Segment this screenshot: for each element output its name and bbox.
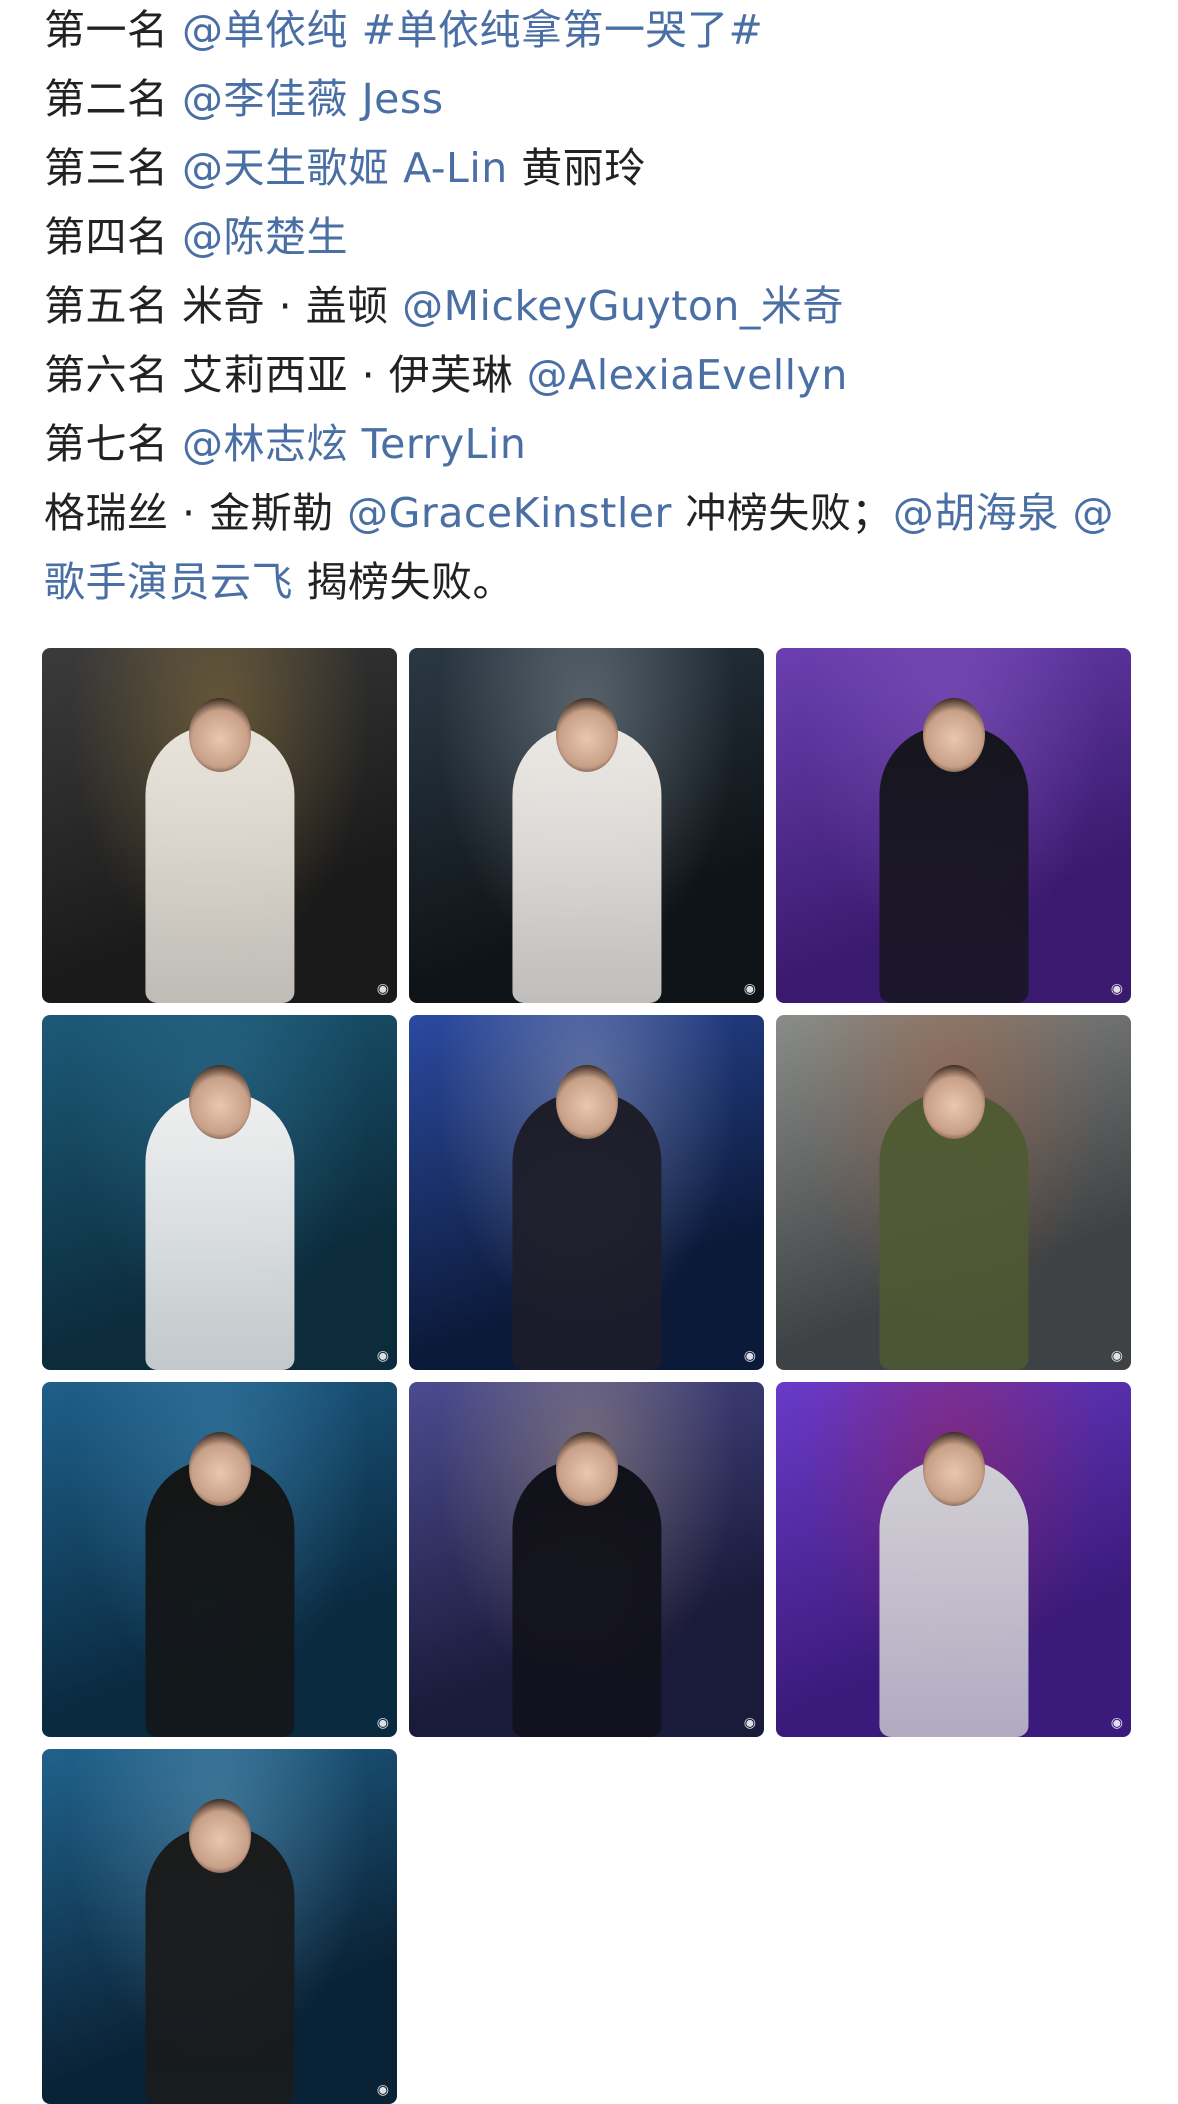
- singer-head: [555, 1064, 618, 1139]
- photo-grid: ◉ ◉ ◉ ◉ ◉ ◉ ◉ ◉ ◉ ◉: [42, 648, 1146, 2104]
- post-line: 第三名 @天生歌姬 A-Lin 黄丽玲: [44, 134, 1144, 203]
- post-text-span: 第三名: [44, 144, 183, 192]
- photo-thumbnail[interactable]: ◉: [42, 648, 397, 1003]
- weibo-watermark-icon: ◉: [376, 2082, 389, 2098]
- weibo-watermark-icon: ◉: [1110, 981, 1123, 997]
- post-line: 第六名 艾莉西亚 · 伊芙琳 @AlexiaEvellyn: [44, 341, 1144, 410]
- post-line: 格瑞丝 · 金斯勒 @GraceKinstler 冲榜失败；@胡海泉 @歌手演员…: [44, 479, 1144, 617]
- weibo-watermark-icon: ◉: [743, 1348, 756, 1364]
- singer-head: [188, 1431, 251, 1506]
- singer-head: [188, 1064, 251, 1139]
- mention-link[interactable]: @林志炫 TerryLin: [182, 420, 526, 468]
- post-line: 第五名 米奇 · 盖顿 @MickeyGuyton_米奇: [44, 272, 1144, 341]
- singer-head: [922, 1064, 985, 1139]
- singer-head: [555, 697, 618, 772]
- post-line: 第二名 @李佳薇 Jess: [44, 65, 1144, 134]
- singer-head: [922, 697, 985, 772]
- post-line: 第一名 @单依纯 #单依纯拿第一哭了#: [44, 0, 1144, 65]
- post-text-span: 第一名: [44, 6, 183, 54]
- post-text-span: 第五名 米奇 · 盖顿: [44, 282, 403, 330]
- post-text-span: 格瑞丝 · 金斯勒: [44, 489, 348, 537]
- singer-head: [188, 1798, 251, 1873]
- singer-head: [188, 697, 251, 772]
- photo-thumbnail[interactable]: ◉: [42, 1015, 397, 1370]
- post-text-span: 第四名: [44, 213, 183, 261]
- weibo-watermark-icon: ◉: [376, 1348, 389, 1364]
- post-text-span: 第六名 艾莉西亚 · 伊芙琳: [44, 351, 527, 399]
- post-text-span: 揭榜失败。: [293, 558, 515, 606]
- post-line: 第四名 @陈楚生: [44, 203, 1144, 272]
- mention-link[interactable]: @陈楚生: [182, 213, 348, 261]
- post-text-span: 第二名: [44, 75, 183, 123]
- singer-head: [555, 1431, 618, 1506]
- mention-link[interactable]: @天生歌姬 A-Lin: [182, 144, 508, 192]
- weibo-watermark-icon: ◉: [1110, 1715, 1123, 1731]
- photo-thumbnail[interactable]: ◉: [42, 1749, 397, 2104]
- post-line: 第七名 @林志炫 TerryLin: [44, 410, 1144, 479]
- post-text-span: 第七名: [44, 420, 183, 468]
- photo-thumbnail[interactable]: ◉: [409, 1382, 764, 1737]
- photo-thumbnail[interactable]: ◉: [409, 648, 764, 1003]
- photo-thumbnail[interactable]: ◉: [409, 1015, 764, 1370]
- weibo-post: 第一名 @单依纯 #单依纯拿第一哭了# 第二名 @李佳薇 Jess 第三名 @天生歌…: [44, 0, 1144, 617]
- photo-thumbnail[interactable]: ◉: [776, 1015, 1131, 1370]
- mention-link[interactable]: @AlexiaEvellyn: [527, 351, 848, 399]
- post-text-span: [1059, 489, 1073, 537]
- post-text: 第一名 @单依纯 #单依纯拿第一哭了# 第二名 @李佳薇 Jess 第三名 @天生歌…: [44, 0, 1144, 617]
- photo-thumbnail[interactable]: ◉: [776, 648, 1131, 1003]
- post-text-span: 冲榜失败；: [671, 489, 893, 537]
- mention-link[interactable]: @MickeyGuyton_米奇: [402, 282, 844, 330]
- singer-head: [922, 1431, 985, 1506]
- mention-link[interactable]: @李佳薇 Jess: [182, 75, 444, 123]
- mention-link[interactable]: @胡海泉: [893, 489, 1059, 537]
- weibo-watermark-icon: ◉: [1110, 1348, 1123, 1364]
- photo-thumbnail[interactable]: ◉: [776, 1382, 1131, 1737]
- weibo-watermark-icon: ◉: [743, 1715, 756, 1731]
- mention-link[interactable]: @单依纯: [182, 6, 348, 54]
- photo-thumbnail[interactable]: ◉: [42, 1382, 397, 1737]
- weibo-watermark-icon: ◉: [376, 981, 389, 997]
- weibo-watermark-icon: ◉: [743, 981, 756, 997]
- topic-link[interactable]: #单依纯拿第一哭了#: [362, 6, 764, 54]
- post-text-span: 黄丽玲: [507, 144, 646, 192]
- weibo-watermark-icon: ◉: [376, 1715, 389, 1731]
- mention-link[interactable]: @GraceKinstler: [347, 489, 672, 537]
- post-text-span: [348, 6, 362, 54]
